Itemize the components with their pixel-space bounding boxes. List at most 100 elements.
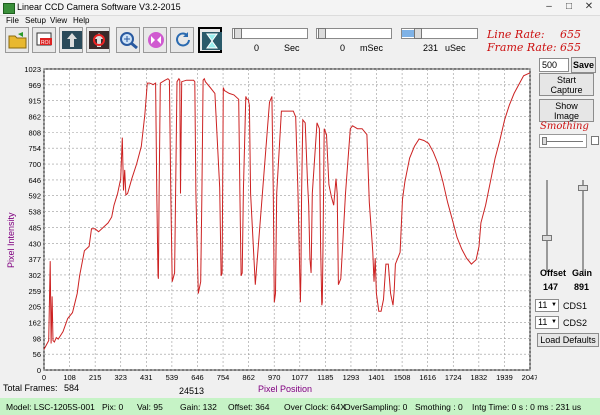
x-tick-label: 1832 xyxy=(470,373,487,382)
open-button[interactable] xyxy=(5,27,29,53)
usec-slider[interactable] xyxy=(401,28,478,39)
flip-button[interactable] xyxy=(143,27,167,53)
y-tick-label: 915 xyxy=(28,97,41,106)
y-axis-label: Pixel Intensity xyxy=(6,212,16,268)
menu-help[interactable]: Help xyxy=(73,16,89,25)
show-image-line1: Show xyxy=(555,100,578,111)
x-tick-label: 108 xyxy=(63,373,76,382)
x-tick-label: 1508 xyxy=(394,373,411,382)
timer-button[interactable] xyxy=(198,27,222,53)
status-offset: Offset: 364 xyxy=(228,402,270,412)
app-icon xyxy=(3,3,15,14)
roi-button[interactable]: ROI xyxy=(32,27,56,53)
line-rate-value: 655 xyxy=(560,28,581,41)
y-tick-label: 862 xyxy=(28,113,41,122)
offset-thumb[interactable] xyxy=(542,235,552,241)
y-tick-label: 646 xyxy=(28,176,41,185)
roi-icon: ROI xyxy=(36,32,52,46)
y-tick-label: 162 xyxy=(28,318,41,327)
zoom-icon xyxy=(120,32,138,49)
msec-slider[interactable] xyxy=(316,28,392,39)
y-tick-label: 969 xyxy=(28,81,41,90)
status-over-clock: Over Clock: 64X xyxy=(284,402,346,412)
x-tick-label: 1401 xyxy=(368,373,385,382)
cds2-value: 11 xyxy=(538,317,548,327)
stop-icon xyxy=(89,31,109,49)
cds1-label: CDS1 xyxy=(563,301,588,311)
chevron-down-icon: ▼ xyxy=(551,319,557,325)
x-tick-label: 323 xyxy=(114,373,127,382)
x-tick-label: 1293 xyxy=(343,373,360,382)
secondary-count: 24513 xyxy=(179,386,205,396)
y-tick-label: 700 xyxy=(28,160,41,169)
maximize-button[interactable]: □ xyxy=(560,1,578,13)
sec-unit: Sec xyxy=(284,43,300,53)
status-pix: Pix: 0 xyxy=(102,402,124,412)
x-tick-label: 1724 xyxy=(445,373,462,382)
gain-slider[interactable] xyxy=(578,180,588,272)
x-tick-label: 754 xyxy=(217,373,230,382)
gain-rail xyxy=(582,180,584,272)
x-tick-label: 215 xyxy=(89,373,102,382)
menu-setup[interactable]: Setup xyxy=(25,16,46,25)
refresh-button[interactable] xyxy=(170,27,194,53)
capture-button[interactable] xyxy=(59,27,83,53)
cds2-select[interactable]: 11 ▼ xyxy=(535,316,559,329)
cds2-label: CDS2 xyxy=(563,318,588,328)
y-tick-label: 0 xyxy=(37,366,41,375)
status-intg-time: Intg Time: 0 s : 0 ms : 231 us xyxy=(472,402,582,412)
smoothing-slider[interactable] xyxy=(539,134,587,148)
total-frames-label: Total Frames: xyxy=(3,383,58,393)
offset-label: Offset xyxy=(540,268,567,278)
title-bar: Linear CCD Camera Software V3.2-2015 – □… xyxy=(0,0,600,16)
sec-value: 0 xyxy=(254,43,260,53)
flip-icon xyxy=(148,32,164,48)
x-tick-label: 970 xyxy=(268,373,281,382)
smoothing-rail xyxy=(543,141,583,142)
smoothing-checkbox[interactable] xyxy=(591,136,599,145)
x-tick-label: 862 xyxy=(242,373,255,382)
status-val: Val: 95 xyxy=(137,402,163,412)
y-tick-label: 592 xyxy=(28,192,41,201)
start-capture-line2: Capture xyxy=(550,84,583,95)
frames-input[interactable]: 500 xyxy=(539,58,569,72)
x-axis-label: Pixel Position xyxy=(258,384,313,394)
x-tick-label: 0 xyxy=(42,373,46,382)
total-frames-value: 584 xyxy=(64,383,80,393)
cds1-value: 11 xyxy=(538,300,548,310)
menu-view[interactable]: View xyxy=(50,16,67,25)
smoothing-thumb[interactable] xyxy=(542,137,547,145)
msec-slider-thumb[interactable] xyxy=(318,28,326,39)
close-button[interactable]: ✕ xyxy=(580,1,598,13)
x-tick-label: 1185 xyxy=(317,373,333,382)
load-defaults-button[interactable]: Load Defaults xyxy=(537,333,599,347)
y-tick-label: 485 xyxy=(28,223,41,232)
sec-slider[interactable] xyxy=(232,28,308,39)
y-tick-label: 754 xyxy=(28,144,41,153)
svg-text:ROI: ROI xyxy=(41,40,50,46)
y-tick-label: 98 xyxy=(33,334,41,343)
y-tick-label: 302 xyxy=(28,271,41,280)
offset-rail xyxy=(546,180,548,272)
start-capture-button[interactable]: Start Capture xyxy=(539,73,594,96)
y-tick-label: 430 xyxy=(28,239,41,248)
menu-bar: File Setup View Help xyxy=(0,16,600,27)
save-button[interactable]: Save xyxy=(571,57,596,73)
x-tick-label: 539 xyxy=(166,373,179,382)
usec-slider-thumb[interactable] xyxy=(414,28,422,39)
cds1-select[interactable]: 11 ▼ xyxy=(535,299,559,312)
offset-value: 147 xyxy=(543,282,559,292)
zoom-button[interactable] xyxy=(116,27,140,53)
msec-unit: mSec xyxy=(360,43,384,53)
usec-slider-fill xyxy=(402,30,414,37)
offset-slider[interactable] xyxy=(542,180,552,272)
minimize-button[interactable]: – xyxy=(540,1,558,13)
y-tick-label: 538 xyxy=(28,208,41,217)
show-image-button[interactable]: Show Image xyxy=(539,99,594,122)
y-tick-label: 808 xyxy=(28,128,41,137)
sec-slider-thumb[interactable] xyxy=(234,28,242,39)
stop-button[interactable] xyxy=(86,27,110,53)
gain-label: Gain xyxy=(572,268,593,278)
gain-thumb[interactable] xyxy=(578,185,588,191)
menu-file[interactable]: File xyxy=(6,16,19,25)
